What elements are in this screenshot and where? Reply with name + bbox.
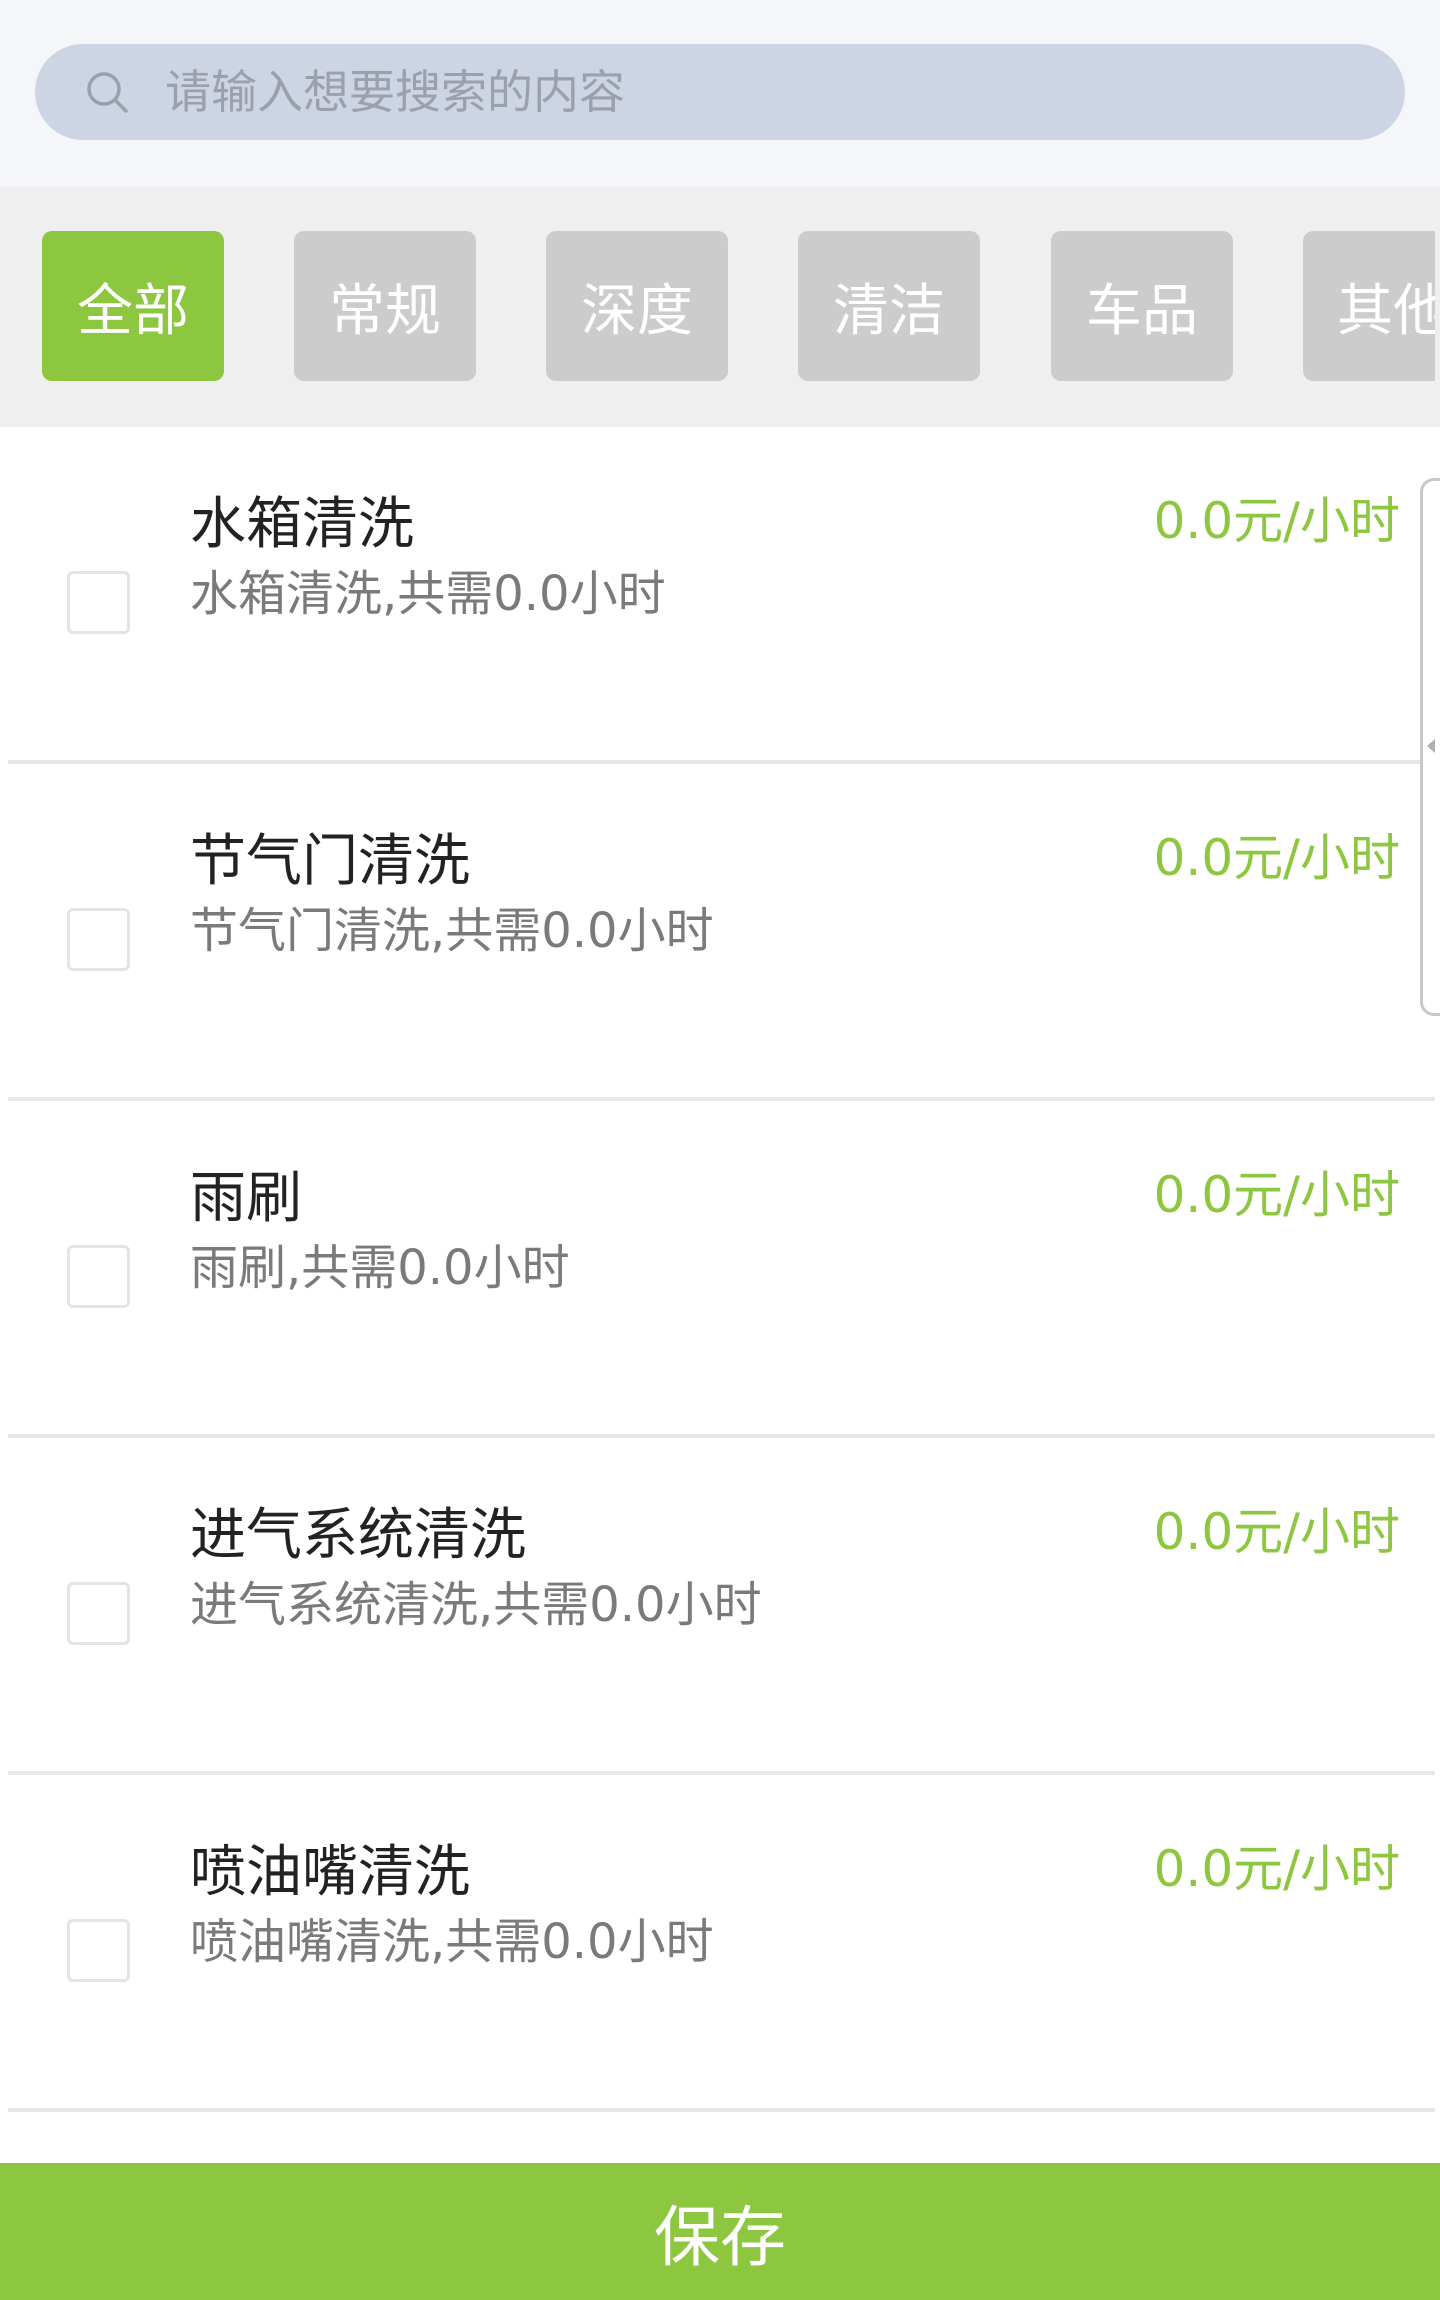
list-item[interactable]: 水箱清洗 水箱清洗,共需0.0小时 0.0元/小时 xyxy=(0,427,1440,764)
service-select-page: 全部 常规 深度 清洁 车品 其他 水箱清洗 水箱清洗,共需0.0小时 0.0元… xyxy=(0,0,1440,2300)
list-item[interactable]: 进气系统清洗 进气系统清洗,共需0.0小时 0.0元/小时 xyxy=(0,1438,1440,1775)
tab-other[interactable]: 其他 xyxy=(1303,231,1435,381)
search-box[interactable] xyxy=(35,44,1405,140)
list-item[interactable]: 雨刷 雨刷,共需0.0小时 0.0元/小时 xyxy=(0,1101,1440,1438)
item-checkbox[interactable] xyxy=(67,1245,130,1308)
item-price: 0.0元/小时 xyxy=(1153,492,1400,550)
tab-all[interactable]: 全部 xyxy=(42,231,224,381)
chevron-left-icon xyxy=(1427,739,1435,753)
item-title: 水箱清洗 xyxy=(190,492,414,557)
tab-cleaning[interactable]: 清洁 xyxy=(798,231,980,381)
item-price: 0.0元/小时 xyxy=(1153,829,1400,887)
category-tabs: 全部 常规 深度 清洁 车品 其他 xyxy=(0,187,1440,427)
row-divider xyxy=(8,2108,1435,2112)
item-price: 0.0元/小时 xyxy=(1153,1503,1400,1561)
tab-other-clip: 其他 xyxy=(1303,231,1435,381)
item-price: 0.0元/小时 xyxy=(1153,1166,1400,1224)
side-drawer-handle[interactable] xyxy=(1420,478,1440,1016)
item-description: 雨刷,共需0.0小时 xyxy=(190,1240,570,1296)
save-button[interactable]: 保存 xyxy=(0,2163,1440,2300)
item-checkbox[interactable] xyxy=(67,1919,130,1982)
item-title: 节气门清洗 xyxy=(190,829,470,894)
tab-car-products[interactable]: 车品 xyxy=(1051,231,1233,381)
item-title: 雨刷 xyxy=(190,1166,302,1231)
item-checkbox[interactable] xyxy=(67,908,130,971)
item-checkbox[interactable] xyxy=(67,571,130,634)
item-checkbox[interactable] xyxy=(67,1582,130,1645)
search-input[interactable] xyxy=(165,44,1365,140)
item-title: 进气系统清洗 xyxy=(190,1503,526,1568)
item-description: 水箱清洗,共需0.0小时 xyxy=(190,566,666,622)
tab-regular[interactable]: 常规 xyxy=(294,231,476,381)
search-header xyxy=(0,0,1440,187)
search-icon xyxy=(87,72,128,113)
list-item[interactable]: 喷油嘴清洗 喷油嘴清洗,共需0.0小时 0.0元/小时 xyxy=(0,1775,1440,2112)
item-price: 0.0元/小时 xyxy=(1153,1840,1400,1898)
list-item[interactable]: 节气门清洗 节气门清洗,共需0.0小时 0.0元/小时 xyxy=(0,764,1440,1101)
tab-deep[interactable]: 深度 xyxy=(546,231,728,381)
item-description: 节气门清洗,共需0.0小时 xyxy=(190,903,714,959)
item-title: 喷油嘴清洗 xyxy=(190,1840,470,1905)
item-description: 喷油嘴清洗,共需0.0小时 xyxy=(190,1914,714,1970)
item-description: 进气系统清洗,共需0.0小时 xyxy=(190,1577,762,1633)
